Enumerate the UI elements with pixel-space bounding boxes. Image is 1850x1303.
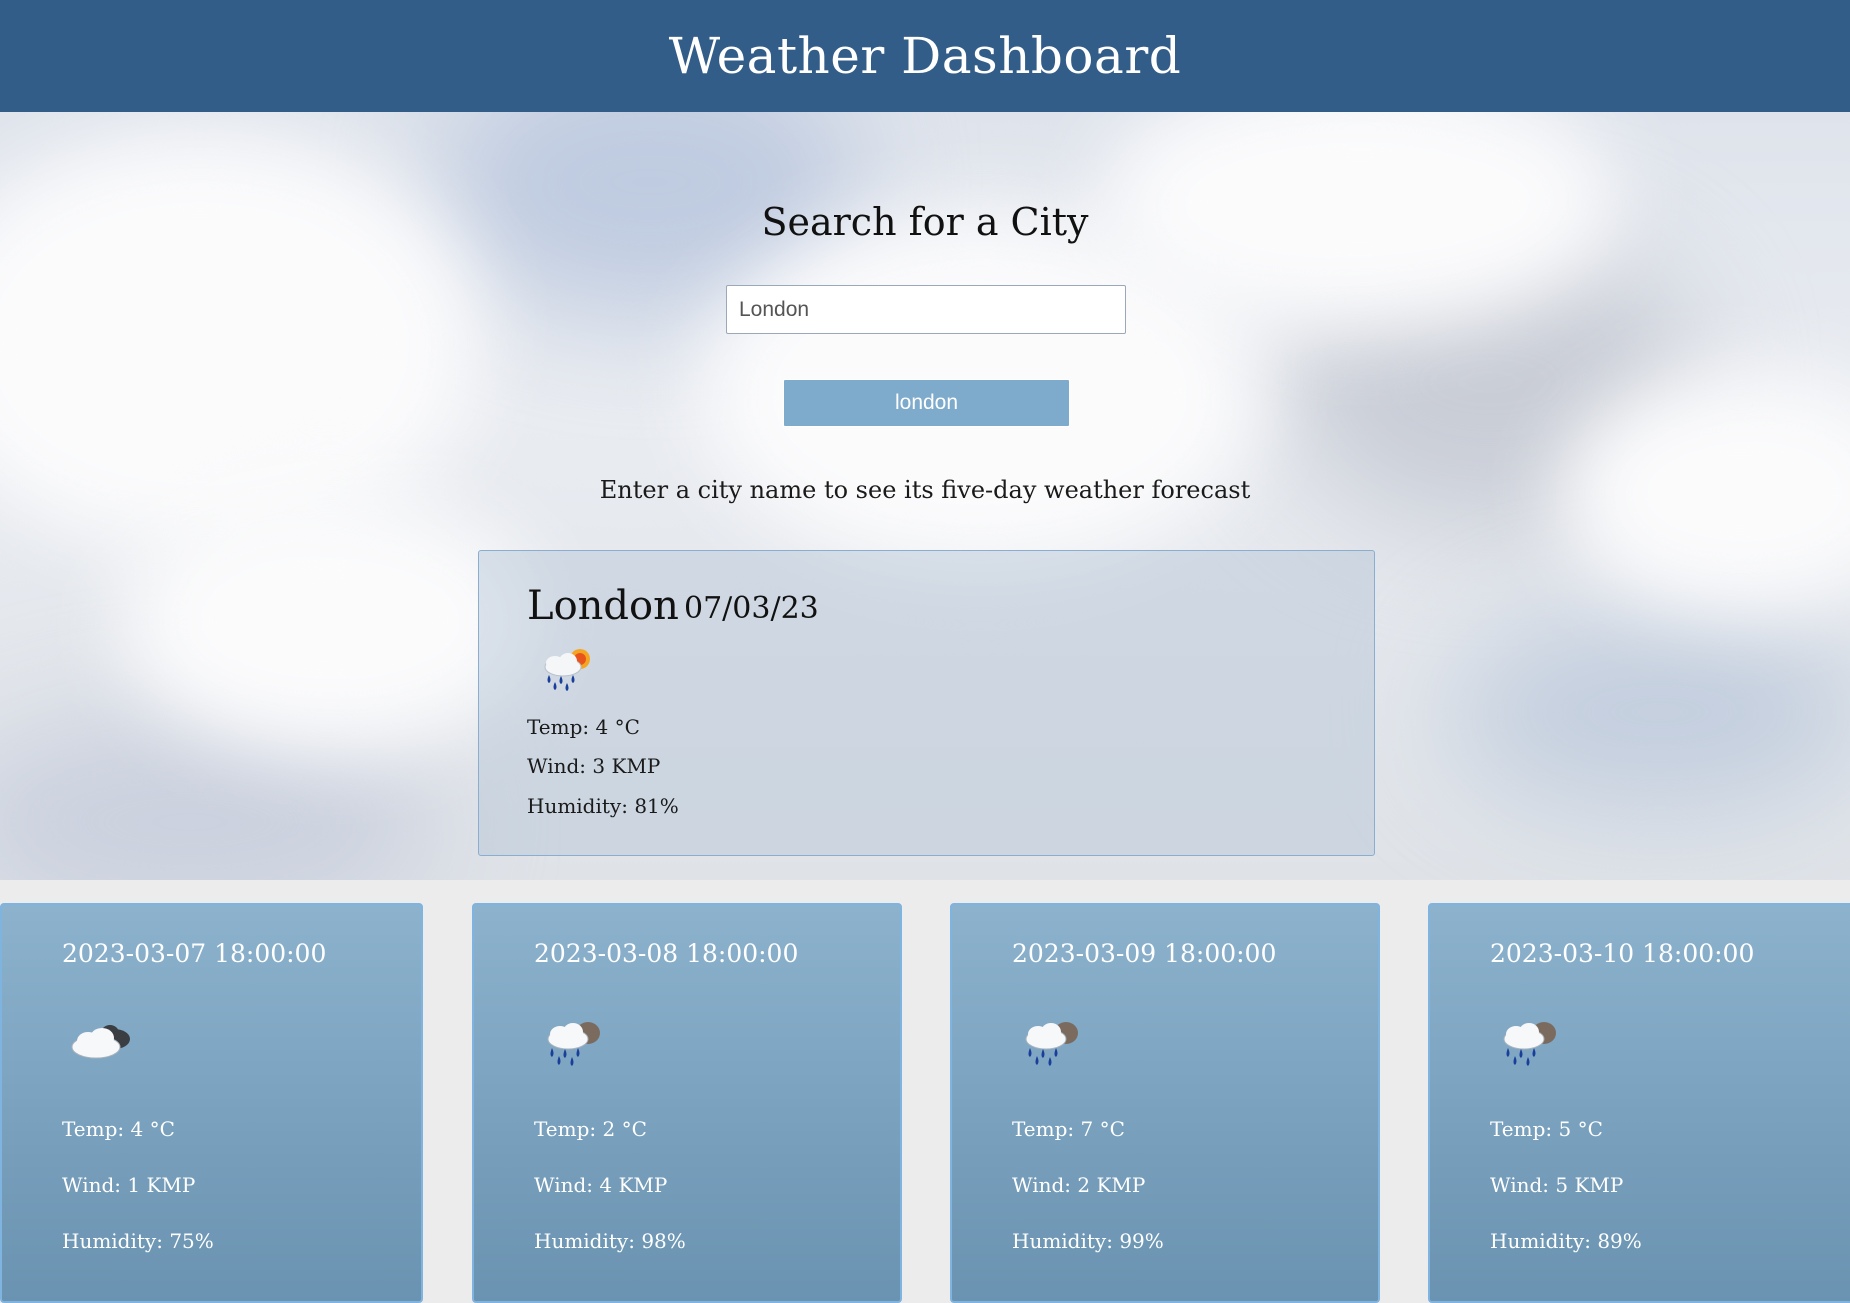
forecast-date: 2023-03-10 18:00:00 xyxy=(1490,939,1755,968)
current-city: London xyxy=(527,583,679,629)
search-hint: Enter a city name to see its five-day we… xyxy=(599,476,1251,504)
cloudy-icon xyxy=(71,1025,130,1059)
forecast-humidity: Humidity: 75% xyxy=(62,1229,214,1253)
forecast-humidity: Humidity: 98% xyxy=(534,1229,686,1253)
forecast-humidity: Humidity: 99% xyxy=(1012,1229,1164,1253)
forecast-card: 2023-03-08 18:00:00 Temp: 2 °C Wind: 4 K… xyxy=(472,903,902,1303)
history-button-london[interactable]: london xyxy=(783,379,1070,427)
forecast-card: 2023-03-09 18:00:00 Temp: 7 °C Wind: 2 K… xyxy=(950,903,1380,1303)
page-title: Weather Dashboard xyxy=(668,27,1182,85)
current-temp: Temp: 4 °C xyxy=(527,715,640,739)
forecast-temp: Temp: 7 °C xyxy=(1012,1117,1125,1141)
forecast-wind: Wind: 1 KMP xyxy=(62,1173,196,1197)
forecast-card: 2023-03-07 18:00:00 Temp: 4 °C Wind: 1 K… xyxy=(0,903,423,1303)
current-date: 07/03/23 xyxy=(684,591,819,626)
current-humidity: Humidity: 81% xyxy=(527,794,679,818)
forecast-date: 2023-03-09 18:00:00 xyxy=(1012,939,1277,968)
forecast-wind: Wind: 4 KMP xyxy=(534,1173,668,1197)
rain-sun-icon xyxy=(544,649,590,691)
forecast-wind: Wind: 5 KMP xyxy=(1490,1173,1624,1197)
forecast-wind: Wind: 2 KMP xyxy=(1012,1173,1146,1197)
forecast-temp: Temp: 2 °C xyxy=(534,1117,647,1141)
rain-icon xyxy=(547,1022,600,1066)
five-day-forecast: 2023-03-07 18:00:00 Temp: 4 °C Wind: 1 K… xyxy=(0,903,1850,1303)
app-header: Weather Dashboard xyxy=(0,0,1850,112)
rain-icon xyxy=(1503,1022,1556,1066)
forecast-temp: Temp: 5 °C xyxy=(1490,1117,1603,1141)
search-section: Search for a City london Enter a city na… xyxy=(0,112,1850,880)
forecast-temp: Temp: 4 °C xyxy=(62,1117,175,1141)
rain-icon xyxy=(1025,1022,1078,1066)
forecast-date: 2023-03-08 18:00:00 xyxy=(534,939,799,968)
current-weather-card: London 07/03/23 Temp: 4 °C Wind: 3 KMP H… xyxy=(478,550,1375,856)
current-wind: Wind: 3 KMP xyxy=(527,754,661,778)
search-heading: Search for a City xyxy=(761,200,1089,244)
city-search-input[interactable] xyxy=(726,285,1126,334)
forecast-humidity: Humidity: 89% xyxy=(1490,1229,1642,1253)
forecast-card: 2023-03-10 18:00:00 Temp: 5 °C Wind: 5 K… xyxy=(1428,903,1850,1303)
forecast-date: 2023-03-07 18:00:00 xyxy=(62,939,327,968)
